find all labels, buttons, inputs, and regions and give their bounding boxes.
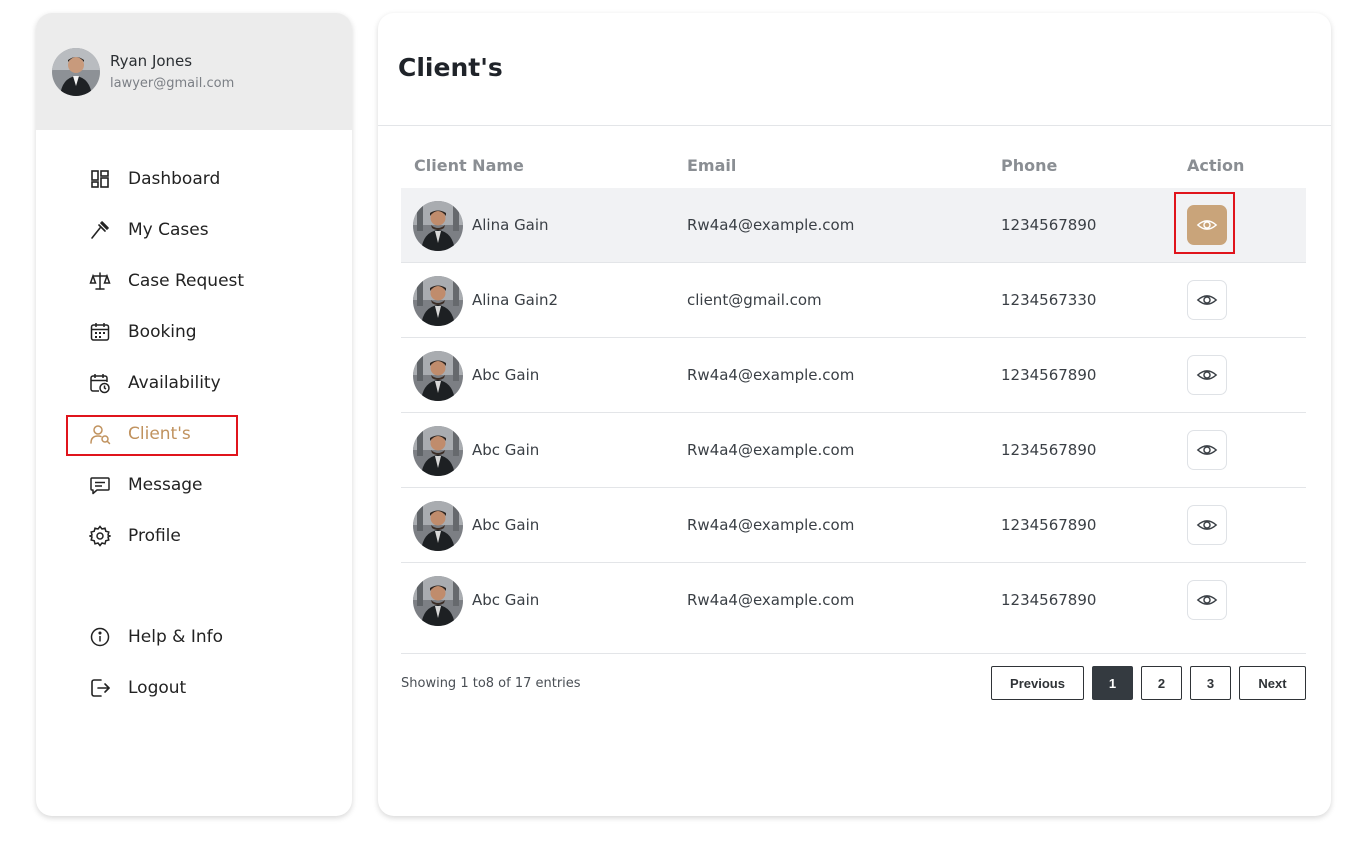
sidebar-item-my-cases[interactable]: My Cases xyxy=(80,210,209,250)
entries-info: Showing 1 to8 of 17 entries xyxy=(401,676,581,691)
sidebar: Ryan Jones lawyer@gmail.com Dashboard My… xyxy=(36,13,352,816)
client-name: Alina Gain xyxy=(472,216,549,234)
sidebar-item-label: Dashboard xyxy=(128,169,221,189)
page-button-3[interactable]: 3 xyxy=(1190,666,1231,700)
eye-icon xyxy=(1196,439,1218,461)
client-name: Alina Gain2 xyxy=(472,291,559,309)
calendar-icon xyxy=(88,320,112,344)
main-panel: Client's Client Name Email Phone Action … xyxy=(378,13,1331,816)
clients-table: Client Name Email Phone Action Alina Gai… xyxy=(401,143,1306,638)
client-phone: 1234567330 xyxy=(1001,291,1097,309)
dashboard-icon xyxy=(88,167,112,191)
pagination: Previous 1 2 3 Next xyxy=(991,666,1306,700)
table-footer: Showing 1 to8 of 17 entries Previous 1 2… xyxy=(401,653,1306,713)
view-client-button[interactable] xyxy=(1187,205,1227,245)
view-client-button[interactable] xyxy=(1187,355,1227,395)
client-name: Abc Gain xyxy=(472,366,540,384)
sidebar-item-logout[interactable]: Logout xyxy=(80,668,186,708)
client-phone: 1234567890 xyxy=(1001,516,1097,534)
user-profile-card: Ryan Jones lawyer@gmail.com xyxy=(36,13,352,130)
client-avatar xyxy=(413,576,463,626)
sidebar-item-label: Case Request xyxy=(128,271,245,291)
view-client-button[interactable] xyxy=(1187,430,1227,470)
client-avatar xyxy=(413,201,463,251)
page-button-2[interactable]: 2 xyxy=(1141,666,1182,700)
client-avatar xyxy=(413,501,463,551)
sidebar-item-booking[interactable]: Booking xyxy=(80,312,197,352)
sidebar-item-help-info[interactable]: Help & Info xyxy=(80,617,223,657)
client-avatar xyxy=(413,351,463,401)
client-name: Abc Gain xyxy=(472,441,540,459)
sidebar-item-availability[interactable]: Availability xyxy=(80,363,221,403)
view-client-button[interactable] xyxy=(1187,505,1227,545)
column-header-client-name: Client Name xyxy=(414,156,524,175)
client-phone: 1234567890 xyxy=(1001,441,1097,459)
avatar xyxy=(52,47,100,96)
client-email: Rw4a4@example.com xyxy=(687,216,855,234)
sidebar-item-label: Availability xyxy=(128,373,221,393)
user-name: Ryan Jones xyxy=(110,52,193,70)
calendar-clock-icon xyxy=(88,371,112,395)
client-email: Rw4a4@example.com xyxy=(687,591,855,609)
client-email: client@gmail.com xyxy=(687,291,822,309)
sidebar-item-message[interactable]: Message xyxy=(80,465,203,505)
client-phone: 1234567890 xyxy=(1001,366,1097,384)
previous-page-button[interactable]: Previous xyxy=(991,666,1084,700)
sidebar-item-label: Help & Info xyxy=(128,627,223,647)
client-name: Abc Gain xyxy=(472,591,540,609)
client-name: Abc Gain xyxy=(472,516,540,534)
table-row: Abc Gain Rw4a4@example.com 1234567890 xyxy=(401,488,1306,563)
user-email: lawyer@gmail.com xyxy=(110,76,235,91)
info-icon xyxy=(88,625,112,649)
eye-icon xyxy=(1196,214,1218,236)
client-email: Rw4a4@example.com xyxy=(687,366,855,384)
scales-icon xyxy=(88,269,112,293)
sidebar-item-label: Profile xyxy=(128,526,181,546)
message-icon xyxy=(88,473,112,497)
column-header-email: Email xyxy=(687,156,737,175)
page-header: Client's xyxy=(378,13,1331,126)
client-avatar xyxy=(413,426,463,476)
gear-icon xyxy=(88,524,112,548)
sidebar-item-label: Logout xyxy=(128,678,187,698)
client-avatar xyxy=(413,276,463,326)
page-title: Client's xyxy=(398,53,503,82)
table-header: Client Name Email Phone Action xyxy=(401,143,1306,188)
table-row: Abc Gain Rw4a4@example.com 1234567890 xyxy=(401,563,1306,638)
table-row: Alina Gain Rw4a4@example.com 1234567890 xyxy=(401,188,1306,263)
sidebar-item-label: My Cases xyxy=(128,220,209,240)
gavel-icon xyxy=(88,218,112,242)
column-header-action: Action xyxy=(1187,156,1245,175)
sidebar-item-label: Booking xyxy=(128,322,197,342)
eye-icon xyxy=(1196,364,1218,386)
client-email: Rw4a4@example.com xyxy=(687,441,855,459)
client-phone: 1234567890 xyxy=(1001,591,1097,609)
sidebar-item-label: Message xyxy=(128,475,203,495)
next-page-button[interactable]: Next xyxy=(1239,666,1306,700)
eye-icon xyxy=(1196,514,1218,536)
sidebar-item-case-request[interactable]: Case Request xyxy=(80,261,244,301)
table-body: Alina Gain Rw4a4@example.com 1234567890 Ali… xyxy=(401,188,1306,638)
view-client-button[interactable] xyxy=(1187,280,1227,320)
sidebar-item-dashboard[interactable]: Dashboard xyxy=(80,159,220,199)
logout-icon xyxy=(88,676,112,700)
sidebar-item-clients[interactable]: Client's xyxy=(66,414,238,456)
eye-icon xyxy=(1196,589,1218,611)
column-header-phone: Phone xyxy=(1001,156,1058,175)
client-phone: 1234567890 xyxy=(1001,216,1097,234)
table-row: Alina Gain2 client@gmail.com 1234567330 xyxy=(401,263,1306,338)
table-row: Abc Gain Rw4a4@example.com 1234567890 xyxy=(401,338,1306,413)
eye-icon xyxy=(1196,289,1218,311)
selection-highlight xyxy=(66,415,238,456)
page-button-1[interactable]: 1 xyxy=(1092,666,1133,700)
client-email: Rw4a4@example.com xyxy=(687,516,855,534)
table-row: Abc Gain Rw4a4@example.com 1234567890 xyxy=(401,413,1306,488)
view-client-button[interactable] xyxy=(1187,580,1227,620)
sidebar-item-profile[interactable]: Profile xyxy=(80,516,181,556)
